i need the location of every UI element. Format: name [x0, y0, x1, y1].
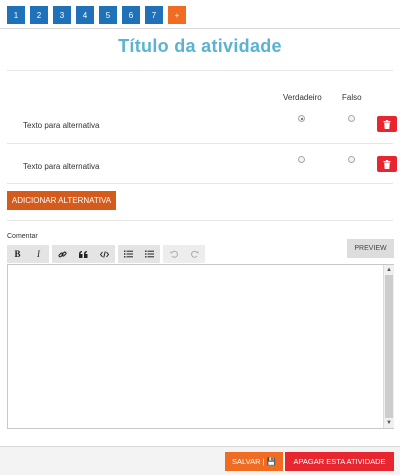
save-button[interactable]: SALVAR | 💾	[225, 452, 283, 471]
tab-7[interactable]: 7	[145, 6, 163, 24]
tab-5[interactable]: 5	[99, 6, 117, 24]
ordered-list-button[interactable]	[118, 245, 139, 263]
scrollbar-thumb[interactable]	[385, 275, 393, 418]
link-icon	[58, 251, 67, 257]
trash-icon	[383, 119, 391, 129]
redo-icon	[190, 250, 198, 258]
italic-button[interactable]: I	[28, 245, 49, 263]
alternative-text[interactable]: Texto para alternativa	[23, 121, 100, 130]
add-tab-button[interactable]: +	[168, 6, 186, 24]
page-tabs: 1 2 3 4 5 6 7 +	[7, 6, 186, 24]
column-false-label: Falso	[342, 93, 362, 102]
ordered-list-icon	[124, 250, 133, 258]
redo-button[interactable]	[184, 245, 205, 263]
history-group	[163, 245, 205, 263]
divider	[7, 70, 393, 71]
code-icon	[100, 250, 109, 258]
column-true-label: Verdadeiro	[283, 93, 322, 102]
code-button[interactable]	[94, 245, 115, 263]
tab-1[interactable]: 1	[7, 6, 25, 24]
divider	[0, 28, 400, 29]
activity-title[interactable]: Título da atividade	[0, 36, 400, 57]
true-radio[interactable]	[298, 115, 305, 122]
format-group: B I	[7, 245, 49, 263]
preview-button[interactable]: PREVIEW	[347, 239, 394, 258]
divider	[7, 143, 393, 144]
undo-icon	[170, 250, 178, 258]
unordered-list-icon	[145, 250, 154, 258]
delete-alternative-button[interactable]	[377, 156, 397, 172]
bold-button[interactable]: B	[7, 245, 28, 263]
delete-alternative-button[interactable]	[377, 116, 397, 132]
divider	[7, 220, 393, 221]
add-alternative-button[interactable]: ADICIONAR ALTERNATIVA	[7, 191, 116, 210]
quote-button[interactable]	[73, 245, 94, 263]
insert-group	[52, 245, 115, 263]
scroll-down-icon[interactable]: ▼	[384, 418, 394, 428]
editor-scrollbar[interactable]: ▲ ▼	[383, 265, 394, 428]
link-button[interactable]	[52, 245, 73, 263]
quote-icon	[79, 250, 88, 258]
tab-6[interactable]: 6	[122, 6, 140, 24]
undo-button[interactable]	[163, 245, 184, 263]
tab-4[interactable]: 4	[76, 6, 94, 24]
scroll-up-icon[interactable]: ▲	[384, 265, 394, 275]
unordered-list-button[interactable]	[139, 245, 160, 263]
comment-textarea[interactable]	[7, 264, 394, 429]
scrollbar-track[interactable]: ▲ ▼	[383, 265, 394, 428]
tab-3[interactable]: 3	[53, 6, 71, 24]
delete-activity-button[interactable]: APAGAR ESTA ATIVIDADE	[285, 452, 394, 471]
list-group	[118, 245, 160, 263]
tab-2[interactable]: 2	[30, 6, 48, 24]
editor-toolbar: B I	[7, 245, 208, 263]
alternative-text[interactable]: Texto para alternativa	[23, 162, 100, 171]
comment-label: Comentar	[7, 233, 38, 240]
divider	[7, 183, 393, 184]
true-radio[interactable]	[298, 156, 305, 163]
false-radio[interactable]	[348, 115, 355, 122]
trash-icon	[383, 159, 391, 169]
false-radio[interactable]	[348, 156, 355, 163]
